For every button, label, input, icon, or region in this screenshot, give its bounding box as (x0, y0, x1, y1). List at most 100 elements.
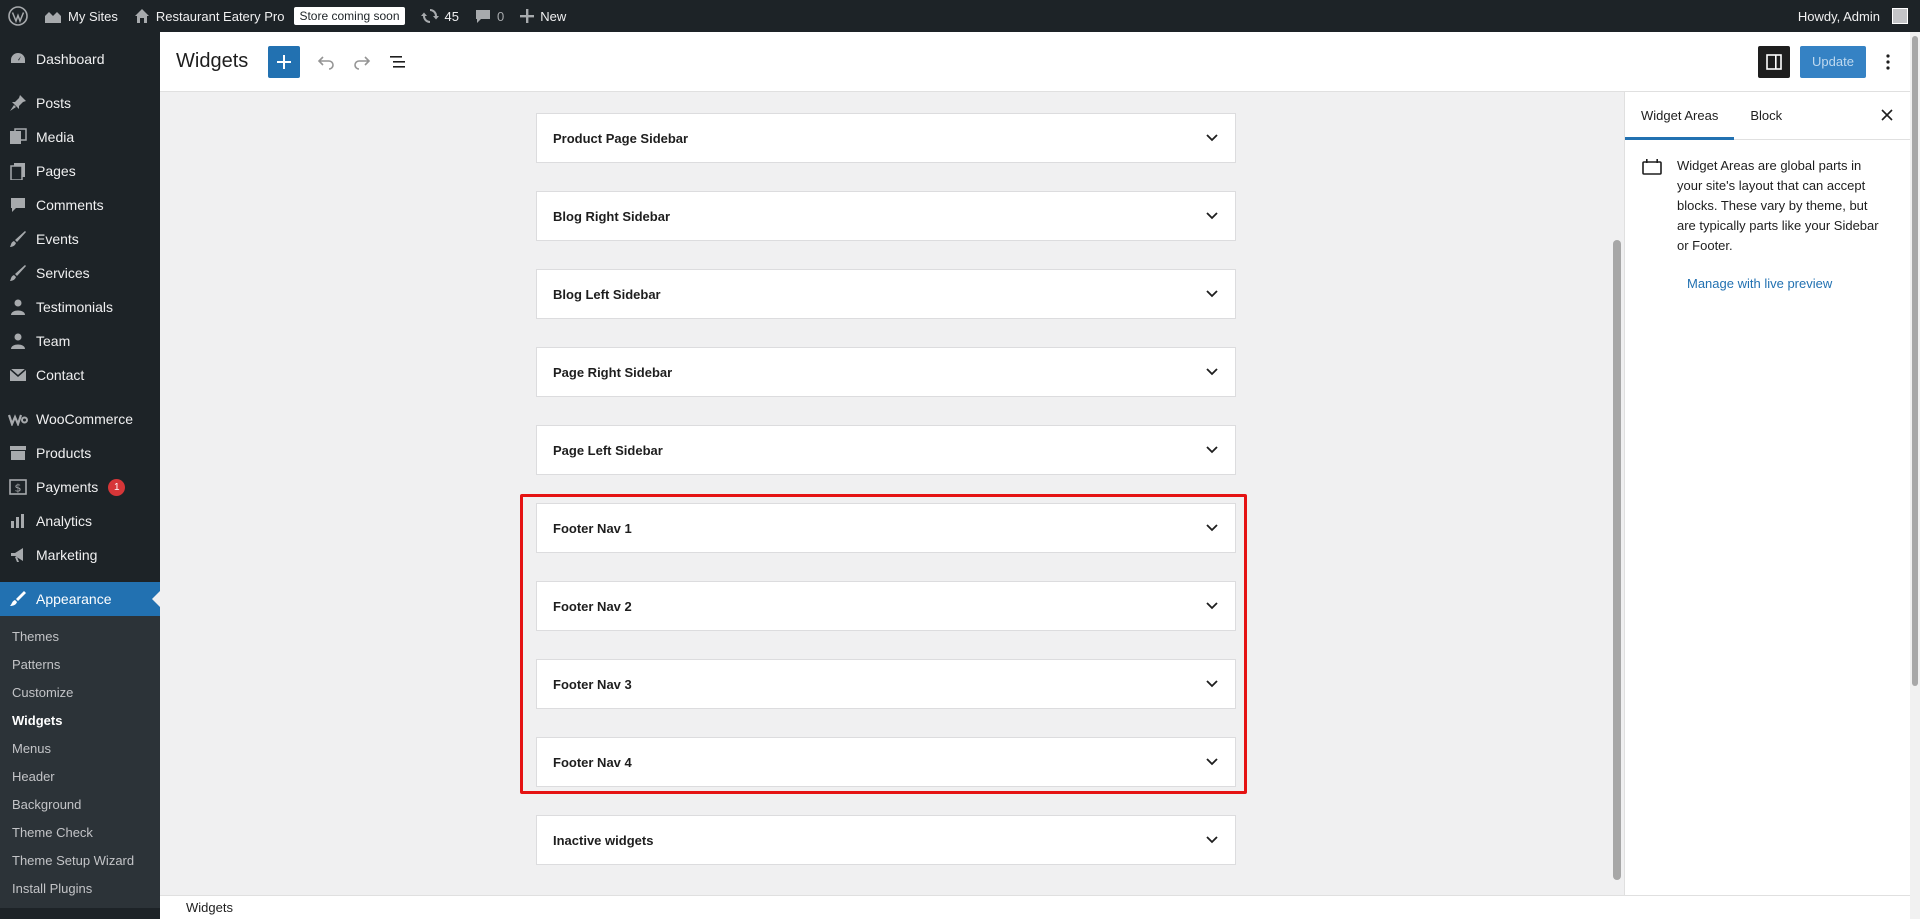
update-button[interactable]: Update (1800, 45, 1866, 78)
submenu-item-widgets[interactable]: Widgets (0, 706, 160, 734)
pin-icon (8, 93, 28, 113)
sidebar-item-payments[interactable]: $ Payments 1 (0, 470, 160, 504)
scrollbar-thumb[interactable] (1613, 240, 1621, 880)
close-icon[interactable] (1878, 106, 1896, 129)
dashboard-icon (8, 49, 28, 69)
widget-area-blog-left-sidebar[interactable]: Blog Left Sidebar (536, 269, 1236, 319)
sidebar-panel-icon (1766, 53, 1782, 70)
sidebar-item-team[interactable]: Team (0, 324, 160, 358)
redo-button[interactable] (344, 44, 380, 80)
sidebar-item-label: Events (36, 231, 79, 247)
widget-area-title: Page Right Sidebar (553, 364, 673, 380)
manage-live-preview-link[interactable]: Manage with live preview (1687, 276, 1910, 291)
chevron-down-icon[interactable] (1205, 445, 1219, 455)
updates-count: 45 (444, 8, 459, 24)
undo-button[interactable] (308, 44, 344, 80)
sidebar-item-dashboard[interactable]: Dashboard (0, 42, 160, 76)
widget-area-page-right-sidebar[interactable]: Page Right Sidebar (536, 347, 1236, 397)
sidebar-item-analytics[interactable]: Analytics (0, 504, 160, 538)
chevron-down-icon[interactable] (1205, 211, 1219, 221)
admin-bar: My Sites Restaurant Eatery Pro Store com… (0, 0, 1920, 32)
my-sites-icon (45, 12, 61, 23)
widgets-canvas: Product Page Sidebar Blog Right Sidebar … (160, 92, 1610, 895)
sidebar-item-services[interactable]: Services (0, 256, 160, 290)
page-scrollbar-thumb[interactable] (1912, 36, 1918, 686)
sidebar-item-events[interactable]: Events (0, 222, 160, 256)
sidebar-item-label: Appearance (36, 591, 112, 607)
tab-widget-areas[interactable]: Widget Areas (1625, 92, 1734, 140)
widget-area-product-page-sidebar[interactable]: Product Page Sidebar (536, 113, 1236, 163)
sidebar-item-products[interactable]: Products (0, 436, 160, 470)
plus-icon (277, 54, 292, 69)
submenu-item-themes[interactable]: Themes (0, 622, 160, 650)
submenu-item-header[interactable]: Header (0, 762, 160, 790)
submenu-item-patterns[interactable]: Patterns (0, 650, 160, 678)
submenu-item-theme-check[interactable]: Theme Check (0, 818, 160, 846)
canvas-scrollbar[interactable] (1610, 92, 1624, 895)
new-label: New (540, 8, 567, 24)
chevron-down-icon[interactable] (1205, 289, 1219, 299)
sidebar-item-label: Posts (36, 95, 72, 111)
pages-icon (8, 161, 28, 181)
widget-area-page-left-sidebar[interactable]: Page Left Sidebar (536, 425, 1236, 475)
widget-area-inactive-widgets[interactable]: Inactive widgets (536, 815, 1236, 865)
options-menu-button[interactable] (1876, 46, 1900, 78)
my-account-menu[interactable]: Howdy, Admin (1790, 0, 1920, 32)
avatar (1892, 8, 1908, 24)
howdy-label: Howdy, Admin (1797, 8, 1880, 24)
site-name-menu[interactable]: Restaurant Eatery Pro Store coming soon (126, 0, 413, 32)
widget-area-blog-right-sidebar[interactable]: Blog Right Sidebar (536, 191, 1236, 241)
sidebar-item-testimonials[interactable]: Testimonials (0, 290, 160, 324)
store-status-badge[interactable]: Store coming soon (294, 7, 405, 25)
comment-icon (476, 10, 490, 23)
new-content-menu[interactable]: New (512, 0, 574, 32)
editor-header: Widgets Update (160, 32, 1910, 92)
submenu-item-theme-setup-wizard[interactable]: Theme Setup Wizard (0, 846, 160, 874)
add-block-button[interactable] (268, 45, 301, 78)
tab-block[interactable]: Block (1734, 92, 1798, 140)
my-sites-menu[interactable]: My Sites (36, 0, 126, 32)
submenu-item-install-plugins[interactable]: Install Plugins (0, 874, 160, 902)
submenu-item-menus[interactable]: Menus (0, 734, 160, 762)
widget-area-title: Product Page Sidebar (553, 130, 689, 146)
settings-sidebar: Widget Areas Block Widget Areas are glob… (1624, 92, 1910, 895)
bar-chart-icon (8, 511, 28, 531)
chevron-down-icon[interactable] (1205, 133, 1219, 143)
woocommerce-icon (8, 409, 28, 429)
submenu-item-customize[interactable]: Customize (0, 678, 160, 706)
sidebar-item-marketing[interactable]: Marketing (0, 538, 160, 572)
sidebar-item-label: Products (36, 445, 92, 461)
sidebar-item-posts[interactable]: Posts (0, 86, 160, 120)
wordpress-logo-icon[interactable] (0, 0, 36, 32)
breadcrumb[interactable]: Widgets (186, 900, 233, 915)
comments-menu[interactable]: 0 (467, 0, 512, 32)
widget-area-title: Inactive widgets (553, 832, 654, 848)
sidebar-item-label: Team (36, 333, 71, 349)
sidebar-item-media[interactable]: Media (0, 120, 160, 154)
list-view-button[interactable] (380, 44, 416, 80)
dollar-icon: $ (8, 477, 28, 497)
sidebar-item-label: Pages (36, 163, 76, 179)
my-sites-label: My Sites (68, 8, 118, 24)
widget-areas-description: Widget Areas are global parts in your si… (1677, 158, 1879, 253)
sidebar-item-label: Media (36, 129, 75, 145)
chevron-down-icon[interactable] (1205, 367, 1219, 377)
home-icon (134, 9, 149, 23)
sidebar-item-contact[interactable]: Contact (0, 358, 160, 392)
editor-footer: Widgets (160, 895, 1910, 919)
sidebar-item-woocommerce[interactable]: WooCommerce (0, 402, 160, 436)
sidebar-item-appearance[interactable]: Appearance (0, 582, 160, 616)
footer-nav-highlight-box (520, 494, 1247, 794)
page-scrollbar[interactable] (1910, 32, 1920, 919)
submenu-item-background[interactable]: Background (0, 790, 160, 818)
svg-text:$: $ (15, 482, 22, 495)
chevron-down-icon[interactable] (1205, 835, 1219, 845)
updates-menu[interactable]: 45 (413, 0, 467, 32)
widget-areas-icon (1641, 156, 1663, 256)
sidebar-item-comments[interactable]: Comments (0, 188, 160, 222)
brush-icon (8, 229, 28, 249)
settings-panel-toggle[interactable] (1758, 45, 1790, 78)
undo-icon (318, 55, 335, 70)
sidebar-item-label: Testimonials (36, 299, 114, 315)
sidebar-item-pages[interactable]: Pages (0, 154, 160, 188)
